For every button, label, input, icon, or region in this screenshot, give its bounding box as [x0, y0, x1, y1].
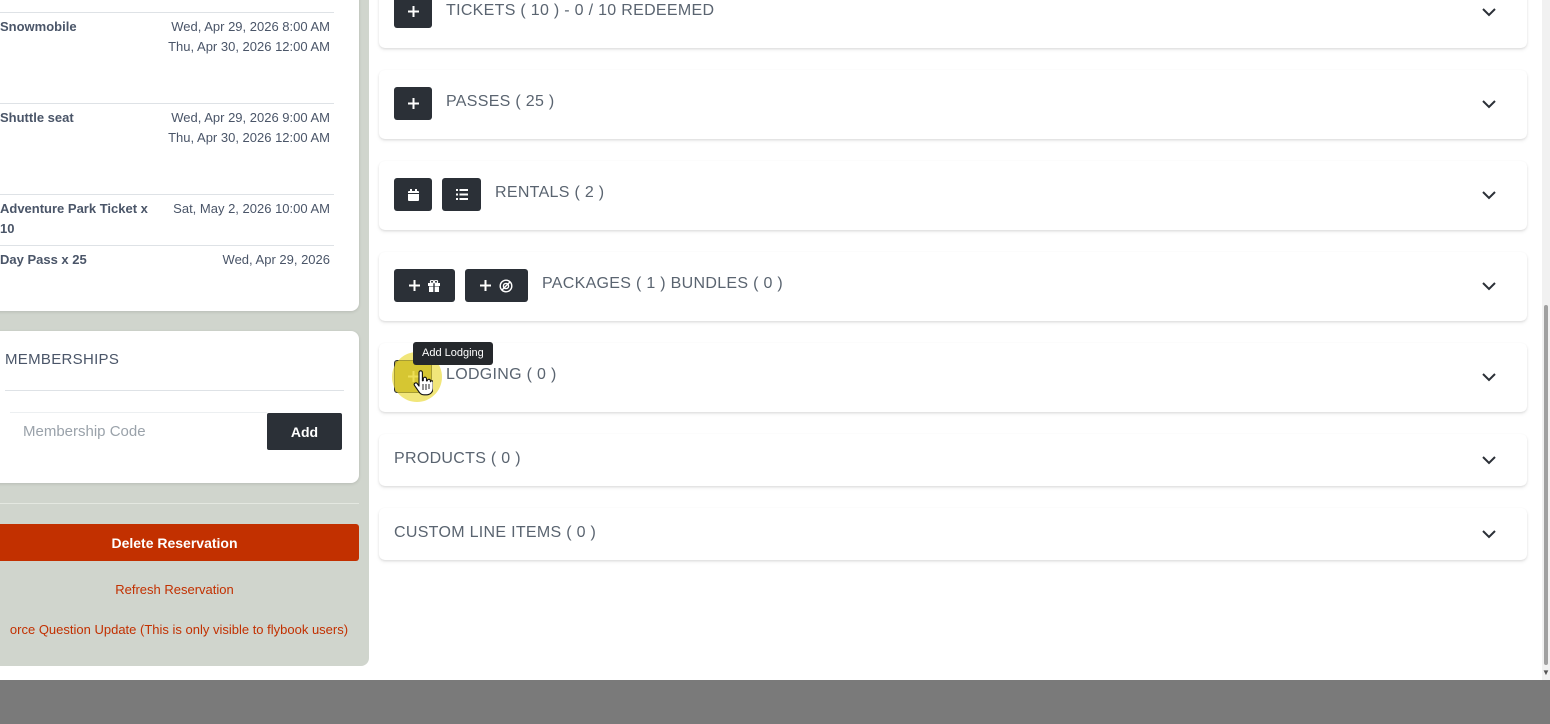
chevron-down-icon[interactable]: [1481, 452, 1497, 468]
item-dates: Wed, Apr 29, 2026 8:00 AM Thu, Apr 30, 2…: [160, 17, 330, 57]
memberships-card: MEMBERSHIPS Add: [0, 331, 359, 483]
divider: [5, 390, 344, 391]
tickets-title: TICKETS ( 10 ) - 0 / 10 REDEEMED: [446, 2, 715, 19]
item-start-date: Wed, Apr 29, 2026: [222, 252, 330, 267]
add-ticket-button[interactable]: [394, 0, 432, 28]
gift-icon: [428, 279, 440, 292]
tooltip: Add Lodging: [413, 342, 493, 365]
chevron-down-icon[interactable]: [1481, 96, 1497, 112]
add-pass-button[interactable]: [394, 87, 432, 120]
lodging-section[interactable]: LODGING ( 0 ): [379, 343, 1527, 412]
rentals-title: RENTALS ( 2 ): [495, 184, 605, 201]
add-package-button[interactable]: [394, 269, 455, 302]
list-item: Day Pass x 25 Wed, Apr 29, 2026: [0, 245, 334, 285]
scrollbar[interactable]: ▼: [1542, 0, 1550, 680]
chevron-down-icon[interactable]: [1481, 4, 1497, 20]
add-bundle-button[interactable]: [465, 269, 528, 302]
chevron-down-icon[interactable]: [1481, 187, 1497, 203]
delete-reservation-button[interactable]: Delete Reservation: [0, 524, 359, 561]
products-title: PRODUCTS ( 0 ): [394, 450, 521, 467]
viewport: Snowmobile Wed, Apr 29, 2026 8:00 AM Thu…: [0, 0, 1542, 680]
reservation-items-card: Snowmobile Wed, Apr 29, 2026 8:00 AM Thu…: [0, 0, 359, 311]
tickets-section[interactable]: TICKETS ( 10 ) - 0 / 10 REDEEMED: [379, 0, 1527, 48]
custom-line-items-title: CUSTOM LINE ITEMS ( 0 ): [394, 524, 597, 541]
refresh-reservation-link[interactable]: Refresh Reservation: [0, 582, 349, 597]
hand-pointer-icon: [413, 370, 434, 396]
scroll-down-arrow-icon[interactable]: ▼: [1542, 668, 1550, 678]
item-end-date: Thu, Apr 30, 2026 12:00 AM: [168, 130, 330, 145]
sidebar: Snowmobile Wed, Apr 29, 2026 8:00 AM Thu…: [0, 0, 369, 666]
add-membership-button[interactable]: Add: [267, 413, 342, 450]
item-dates: Wed, Apr 29, 2026: [160, 250, 330, 270]
plus-icon: [407, 6, 419, 17]
packages-section[interactable]: PACKAGES ( 1 ) BUNDLES ( 0 ): [379, 252, 1527, 321]
passes-section[interactable]: PASSES ( 25 ): [379, 70, 1527, 139]
calendar-icon: [407, 188, 419, 201]
list-item: Shuttle seat Wed, Apr 29, 2026 9:00 AM T…: [0, 103, 334, 194]
rental-calendar-button[interactable]: [394, 178, 432, 211]
item-end-date: Thu, Apr 30, 2026 12:00 AM: [168, 39, 330, 54]
passes-title: PASSES ( 25 ): [446, 93, 555, 110]
item-start-date: Wed, Apr 29, 2026 9:00 AM: [171, 110, 330, 125]
item-start-date: Sat, May 2, 2026 10:00 AM: [173, 201, 330, 216]
packages-title: PACKAGES ( 1 ) BUNDLES ( 0 ): [542, 275, 784, 292]
plus-icon: [480, 280, 491, 291]
products-section[interactable]: PRODUCTS ( 0 ): [379, 434, 1527, 486]
rentals-section[interactable]: RENTALS ( 2 ): [379, 161, 1527, 230]
membership-code-input[interactable]: [10, 412, 267, 450]
scrollbar-thumb[interactable]: [1544, 305, 1548, 665]
chevron-down-icon[interactable]: [1481, 526, 1497, 542]
plus-icon: [407, 98, 419, 109]
force-question-update-link[interactable]: orce Question Update (This is only visib…: [0, 622, 368, 637]
item-start-date: Wed, Apr 29, 2026 8:00 AM: [171, 19, 330, 34]
rental-list-button[interactable]: [442, 178, 481, 211]
item-name: Day Pass x 25: [0, 252, 87, 267]
bundle-icon: [499, 278, 513, 293]
list-icon: [455, 189, 468, 200]
memberships-title: MEMBERSHIPS: [5, 351, 120, 368]
chevron-down-icon[interactable]: [1481, 369, 1497, 385]
item-dates: Sat, May 2, 2026 10:00 AM: [170, 199, 330, 219]
item-name: Snowmobile: [0, 19, 77, 34]
chevron-down-icon[interactable]: [1481, 278, 1497, 294]
item-dates: Wed, Apr 29, 2026 9:00 AM Thu, Apr 30, 2…: [160, 108, 330, 148]
plus-icon: [409, 280, 420, 291]
divider: [0, 503, 359, 504]
list-item: Snowmobile Wed, Apr 29, 2026 8:00 AM Thu…: [0, 12, 334, 104]
lodging-title: LODGING ( 0 ): [446, 366, 557, 383]
custom-line-items-section[interactable]: CUSTOM LINE ITEMS ( 0 ): [379, 508, 1527, 560]
list-item: Adventure Park Ticket x 10 Sat, May 2, 2…: [0, 194, 334, 246]
item-name: Adventure Park Ticket x 10: [0, 201, 148, 236]
item-name: Shuttle seat: [0, 110, 74, 125]
